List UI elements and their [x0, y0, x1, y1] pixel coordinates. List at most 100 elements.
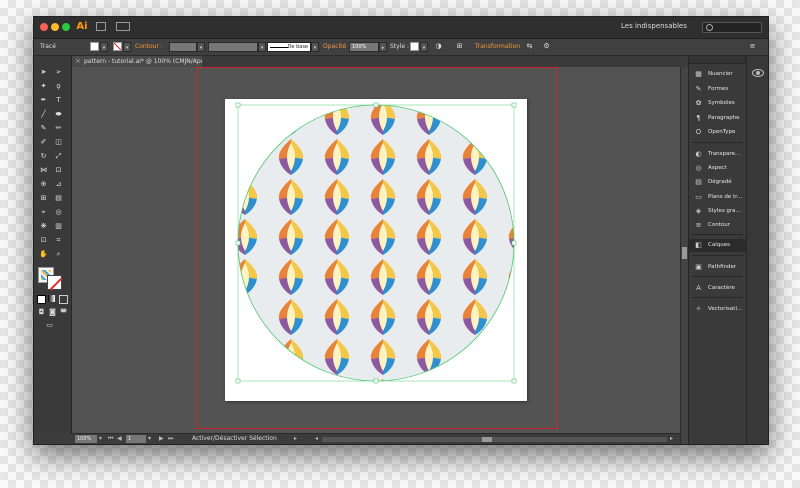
canvas-area[interactable] [72, 67, 680, 433]
fill-dropdown[interactable]: ▾ [100, 42, 108, 52]
artboard-number-field[interactable]: 1 [126, 435, 146, 443]
isolate-icon[interactable]: ⇆ [525, 42, 534, 51]
last-artboard-icon[interactable]: ⏭ [168, 435, 173, 443]
panel-item-swatches[interactable]: ▦ Nuancier [689, 68, 746, 81]
panel-item-opentype[interactable]: O OpenType [689, 126, 746, 139]
first-artboard-icon[interactable]: ⏮ [108, 435, 113, 443]
panel-item-gradient[interactable]: ▤ Dégradé [689, 176, 746, 189]
pen-tool-icon[interactable]: ✒ [39, 96, 48, 105]
draw-normal-icon[interactable]: ◘ [37, 308, 46, 317]
opacity-field[interactable]: 100% [349, 42, 379, 52]
mesh-tool-icon[interactable]: ⊞ [39, 194, 48, 203]
status-menu-icon[interactable]: ▸ [294, 435, 297, 443]
perspective-grid-tool-icon[interactable]: ⊿ [54, 180, 63, 189]
stroke-weight-dropdown[interactable]: ▾ [197, 42, 205, 52]
scroll-right-icon[interactable]: ▸ [670, 435, 673, 443]
panel-item-image-trace[interactable]: ✧ Vectorisati... [689, 303, 746, 316]
width-tool-icon[interactable]: ⋈ [39, 166, 48, 175]
scale-tool-icon[interactable]: ⤢ [54, 152, 63, 161]
blend-tool-icon[interactable]: ◎ [54, 208, 63, 217]
zoom-level-field[interactable]: 100% [75, 435, 97, 443]
graph-tool-icon[interactable]: ▥ [54, 222, 63, 231]
type-tool-icon[interactable]: T [54, 96, 63, 105]
gradient-mode-icon[interactable] [48, 295, 55, 302]
draw-behind-icon[interactable]: ◙ [48, 308, 57, 317]
stroke-color-dropdown[interactable]: ▾ [123, 42, 131, 52]
recolor-artwork-icon[interactable]: ◑ [434, 42, 443, 51]
previous-artboard-icon[interactable]: ◀ [117, 435, 122, 443]
close-tab-icon[interactable]: × [75, 57, 81, 65]
horizontal-scrollbar[interactable] [322, 437, 667, 442]
panel-item-brushes[interactable]: ✎ Formes [689, 83, 746, 96]
eraser-tool-icon[interactable]: ◫ [54, 138, 63, 147]
panel-item-symbols[interactable]: ✿ Symboles [689, 97, 746, 110]
workspace-switcher[interactable]: Les indispensables [621, 22, 687, 30]
preview-icon[interactable] [752, 69, 764, 77]
transform-panel-link[interactable]: Transformation [475, 43, 520, 50]
options-menu-icon[interactable]: ⚙ [542, 42, 551, 51]
direct-selection-tool-icon[interactable]: ➢ [54, 68, 63, 77]
symbol-sprayer-tool-icon[interactable]: ❋ [39, 222, 48, 231]
panel-item-pathfinder[interactable]: ▣ Pathfinder [689, 261, 746, 274]
selection-tool-icon[interactable]: ➤ [39, 68, 48, 77]
next-artboard-icon[interactable]: ▶ [159, 435, 164, 443]
panel-item-artboards[interactable]: ▭ Plans de tr... [689, 191, 746, 204]
fill-swatch[interactable] [90, 42, 99, 51]
panel-item-paragraph[interactable]: ¶ Paragraphe [689, 112, 746, 125]
arrange-documents-icon[interactable] [116, 22, 130, 31]
free-transform-tool-icon[interactable]: ⊡ [54, 166, 63, 175]
slice-tool-icon[interactable]: ⌗ [54, 236, 63, 245]
panel-menu-icon[interactable]: ≡ [748, 42, 757, 51]
gradient-tool-icon[interactable]: ▤ [54, 194, 63, 203]
bridge-icon[interactable] [96, 22, 106, 31]
variable-width-dropdown[interactable]: ▾ [258, 42, 266, 52]
rotate-tool-icon[interactable]: ↻ [39, 152, 48, 161]
scroll-left-icon[interactable]: ◂ [315, 435, 318, 443]
opacity-dropdown[interactable]: ▸ [379, 42, 387, 52]
vertical-scrollbar[interactable] [680, 67, 688, 444]
draw-inside-icon[interactable]: ◚ [59, 308, 68, 317]
pencil-tool-icon[interactable]: ✏ [54, 124, 63, 133]
zoom-window-button[interactable] [62, 23, 70, 31]
vertical-scroll-thumb[interactable] [682, 247, 687, 259]
horizontal-scroll-thumb[interactable] [482, 437, 492, 442]
opacity-panel-link[interactable]: Opacité : [323, 43, 350, 50]
color-mode-icon[interactable] [37, 295, 46, 304]
panel-item-transparency[interactable]: ◐ Transpare... [689, 148, 746, 161]
stroke-color-box[interactable] [47, 275, 62, 290]
panel-item-appearance[interactable]: ◎ Aspect [689, 162, 746, 175]
artboard-dropdown-icon[interactable]: ▾ [148, 435, 151, 443]
artboard-tool-icon[interactable]: ⊡ [39, 236, 48, 245]
stroke-swatch[interactable] [113, 42, 122, 51]
search-input[interactable] [702, 22, 762, 33]
stroke-panel-link[interactable]: Contour : [135, 43, 163, 50]
panel-item-layers[interactable]: ◧ Calques [689, 239, 746, 252]
artboard[interactable] [225, 99, 527, 401]
document-tab[interactable]: × pattern - tutorial.ai* @ 100% (CMJN/Ap… [72, 56, 216, 67]
circle-pattern-artwork[interactable] [225, 99, 527, 401]
panel-item-character[interactable]: A Caractère [689, 282, 746, 295]
lasso-tool-icon[interactable]: ϙ [54, 82, 63, 91]
brush-definition-dropdown[interactable]: ▾ [311, 42, 319, 52]
panel-dock-handle[interactable] [689, 56, 746, 64]
panel-item-graphic-styles[interactable]: ◈ Styles gra... [689, 205, 746, 218]
panel-item-stroke[interactable]: ≡ Contour [689, 219, 746, 232]
none-mode-icon[interactable] [59, 295, 68, 304]
brush-definition-field[interactable]: De base [267, 42, 311, 52]
line-tool-icon[interactable]: ╱ [39, 110, 48, 119]
magic-wand-tool-icon[interactable]: ✦ [39, 82, 48, 91]
zoom-tool-icon[interactable]: ⌕ [54, 250, 63, 259]
shape-builder-tool-icon[interactable]: ⊕ [39, 180, 48, 189]
paintbrush-tool-icon[interactable]: ✎ [39, 124, 48, 133]
screen-mode-icon[interactable]: ▭ [45, 321, 54, 330]
minimize-window-button[interactable] [51, 23, 59, 31]
ellipse-tool-icon[interactable]: ⬬ [54, 110, 63, 119]
blob-brush-tool-icon[interactable]: ✐ [39, 138, 48, 147]
close-window-button[interactable] [40, 23, 48, 31]
align-icon[interactable]: ⊞ [455, 42, 464, 51]
eyedropper-tool-icon[interactable]: ⌖ [39, 208, 48, 217]
variable-width-field[interactable] [208, 42, 258, 52]
zoom-dropdown-icon[interactable]: ▾ [99, 435, 102, 443]
stroke-weight-field[interactable] [169, 42, 197, 52]
hand-tool-icon[interactable]: ✋ [39, 250, 48, 259]
